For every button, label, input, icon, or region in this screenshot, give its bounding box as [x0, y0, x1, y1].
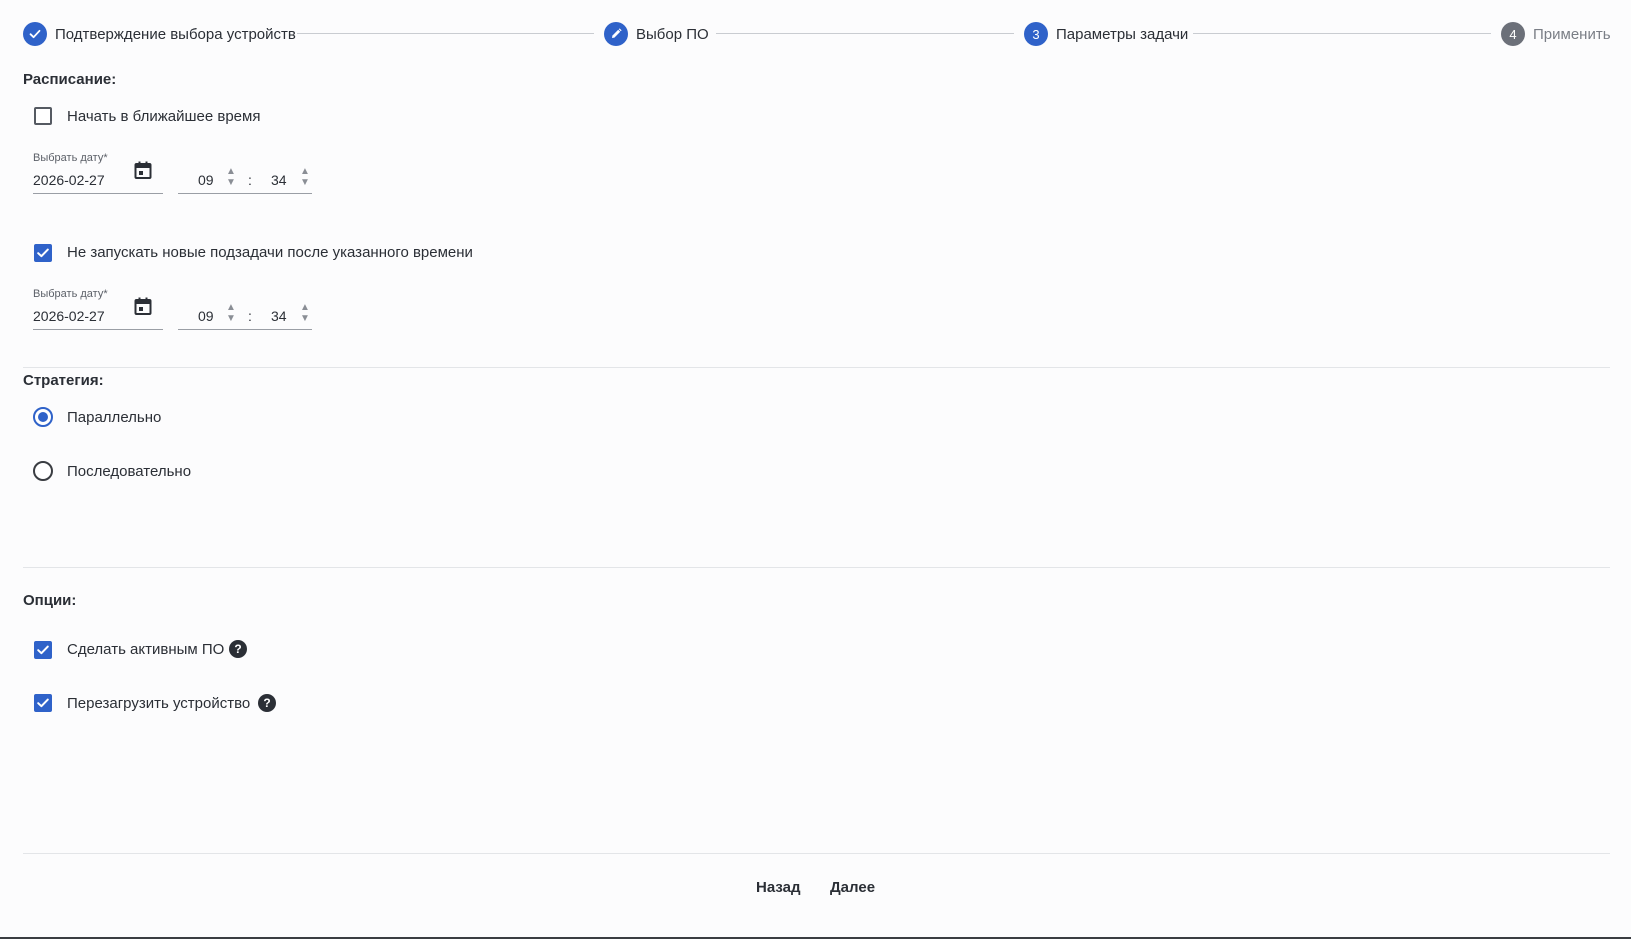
field-underline	[33, 193, 163, 194]
start-asap-checkbox[interactable]	[34, 107, 52, 125]
field-underline	[33, 329, 163, 330]
date-field-label: Выбрать дату*	[33, 152, 108, 164]
reboot-device-checkbox[interactable]	[34, 694, 52, 712]
no-new-subtasks-label: Не запускать новые подзадачи после указа…	[67, 244, 473, 261]
step-label: Подтверждение выбора устройств	[55, 25, 296, 43]
calendar-icon[interactable]	[133, 296, 153, 316]
minute-value[interactable]: 34	[271, 308, 287, 324]
check-icon	[37, 248, 49, 258]
strategy-title: Стратегия:	[23, 372, 104, 389]
step-device-confirmation[interactable]: Подтверждение выбора устройств	[23, 22, 296, 46]
check-icon	[23, 22, 47, 46]
date-value[interactable]: 2026-02-27	[33, 308, 105, 324]
back-button[interactable]: Назад	[748, 873, 808, 902]
time-separator: :	[248, 308, 252, 324]
check-icon	[37, 698, 49, 708]
hour-value[interactable]: 09	[198, 308, 214, 324]
no-new-subtasks-checkbox[interactable]	[34, 244, 52, 262]
step-connector	[1193, 33, 1491, 34]
step-apply[interactable]: 4 Применить	[1501, 22, 1611, 46]
step-label: Параметры задачи	[1056, 25, 1189, 43]
minute-value[interactable]: 34	[271, 172, 287, 188]
step-label: Применить	[1533, 25, 1611, 43]
sequential-radio[interactable]	[33, 461, 53, 481]
step-number: 4	[1501, 22, 1525, 46]
pencil-icon	[604, 22, 628, 46]
parallel-radio[interactable]	[33, 407, 53, 427]
next-button[interactable]: Далее	[822, 873, 883, 902]
time-separator: :	[248, 172, 252, 188]
hour-value[interactable]: 09	[198, 172, 214, 188]
make-active-label: Сделать активным ПО	[67, 641, 225, 658]
task-wizard: Подтверждение выбора устройств Выбор ПО …	[0, 0, 1631, 939]
minute-stepper[interactable]: ▲ ▼	[300, 166, 310, 188]
parallel-label: Параллельно	[67, 409, 162, 426]
schedule-title: Расписание:	[23, 71, 117, 88]
footer-divider	[23, 853, 1610, 854]
section-divider	[23, 367, 1610, 368]
help-icon[interactable]: ?	[229, 640, 247, 658]
start-asap-label: Начать в ближайшее время	[67, 108, 261, 125]
hour-stepper[interactable]: ▲ ▼	[226, 166, 236, 188]
start-time-field[interactable]: 09 ▲ ▼ : 34 ▲ ▼	[178, 164, 312, 194]
step-connector	[297, 33, 594, 34]
make-active-checkbox[interactable]	[34, 641, 52, 659]
step-number: 3	[1024, 22, 1048, 46]
reboot-device-label: Перезагрузить устройство	[67, 695, 251, 712]
date-field-label: Выбрать дату*	[33, 288, 108, 300]
field-underline	[178, 193, 312, 194]
date-value[interactable]: 2026-02-27	[33, 172, 105, 188]
minute-stepper[interactable]: ▲ ▼	[300, 302, 310, 324]
step-connector	[716, 33, 1014, 34]
step-software-selection[interactable]: Выбор ПО	[604, 22, 709, 46]
section-divider	[23, 567, 1610, 568]
hour-stepper[interactable]: ▲ ▼	[226, 302, 236, 324]
step-task-parameters[interactable]: 3 Параметры задачи	[1024, 22, 1188, 46]
options-title: Опции:	[23, 592, 77, 609]
sequential-label: Последовательно	[67, 463, 192, 480]
check-icon	[37, 645, 49, 655]
help-icon[interactable]: ?	[258, 694, 276, 712]
field-underline	[178, 329, 312, 330]
calendar-icon[interactable]	[133, 160, 153, 180]
end-time-field[interactable]: 09 ▲ ▼ : 34 ▲ ▼	[178, 300, 312, 330]
step-label: Выбор ПО	[636, 25, 709, 43]
